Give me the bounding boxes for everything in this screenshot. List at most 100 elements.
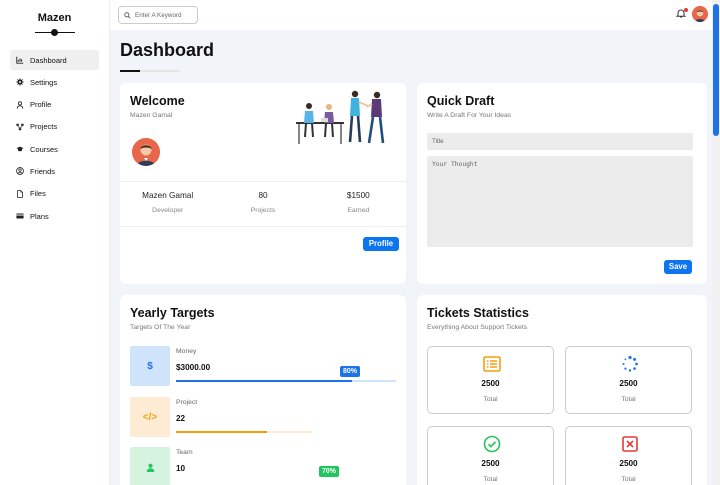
sidebar: Mazen Dashboard Settings Profile Project… — [0, 0, 110, 485]
ticket-stat-box: 2500 Total — [565, 346, 692, 414]
ticket-stat-box: 2500 Total — [427, 426, 554, 485]
progress-fill — [176, 380, 352, 382]
search-box[interactable] — [118, 6, 198, 24]
ticket-value: 2500 — [481, 459, 500, 468]
ticket-value: 2500 — [619, 459, 638, 468]
tickets-title: Tickets Statistics — [427, 306, 529, 320]
ticket-stat-box: 2500 Total — [565, 426, 692, 485]
brand-name: Mazen — [37, 12, 72, 24]
ticket-value: 2500 — [481, 379, 500, 388]
diagram-icon — [16, 123, 24, 131]
scrollbar[interactable] — [712, 0, 720, 485]
sidebar-item-projects[interactable]: Projects — [10, 117, 99, 137]
dollar-icon: $ — [130, 346, 170, 386]
ticket-label: Total — [621, 476, 636, 483]
sidebar-item-label: Settings — [30, 77, 58, 87]
target-money: $ Money $3000.00 80% — [130, 346, 396, 386]
welcome-stats: Mazen Gamal Developer 80 Projects $1500 … — [120, 181, 406, 227]
target-value: 10 — [176, 464, 186, 473]
sidebar-item-label: Files — [30, 189, 46, 199]
tickets-subtitle: Everything About Support Tickets — [427, 324, 528, 331]
stat-name: Mazen Gamal Developer — [120, 182, 215, 226]
friends-icon — [16, 167, 24, 176]
title-underline — [120, 70, 180, 72]
sidebar-item-profile[interactable]: Profile — [10, 95, 99, 115]
tickets-statistics-card: Tickets Statistics Everything About Supp… — [417, 295, 707, 485]
file-icon — [16, 190, 24, 198]
chart-icon — [16, 56, 24, 64]
sidebar-item-label: Dashboard — [30, 55, 67, 65]
yearly-title: Yearly Targets — [130, 306, 215, 320]
scrollbar-thumb[interactable] — [713, 4, 719, 136]
user-icon — [16, 100, 24, 109]
stat-label: Developer — [152, 207, 184, 214]
search-input[interactable] — [135, 11, 195, 19]
draft-body-textarea[interactable]: Your Thought — [427, 156, 693, 247]
target-team: Team 10 70% — [130, 447, 396, 485]
sidebar-item-label: Courses — [30, 144, 58, 154]
sidebar-item-plans[interactable]: Plans — [10, 206, 99, 226]
top-bar — [110, 0, 720, 30]
stat-earned: $1500 Earned — [311, 182, 406, 226]
sidebar-item-label: Projects — [30, 122, 58, 132]
ticket-label: Total — [621, 396, 636, 403]
stat-label: Earned — [347, 207, 370, 214]
stat-value: 80 — [258, 191, 268, 200]
profile-button[interactable]: Profile — [363, 237, 399, 251]
page-title: Dashboard — [120, 40, 215, 60]
ticket-value: 2500 — [619, 379, 638, 388]
stat-value: $1500 — [346, 191, 370, 200]
ticket-label: Total — [483, 396, 498, 403]
close-square-icon — [622, 436, 638, 452]
sidebar-nav: Dashboard Settings Profile Projects Cour… — [0, 50, 109, 226]
draft-title-input[interactable]: Title — [427, 133, 693, 150]
list-icon — [483, 356, 501, 372]
ticket-stat-box: 2500 Total — [427, 346, 554, 414]
sidebar-item-settings[interactable]: Settings — [10, 72, 99, 92]
sidebar-item-label: Friends — [30, 166, 56, 176]
yearly-subtitle: Targets Of The Year — [130, 324, 191, 331]
notification-dot — [684, 8, 688, 12]
check-circle-icon — [483, 435, 501, 453]
stat-projects: 80 Projects — [215, 182, 310, 226]
draft-subtitle: Write A Draft For Your Ideas — [427, 112, 512, 119]
progress-track — [176, 431, 312, 433]
progress-badge: 80% — [340, 366, 361, 377]
search-icon — [124, 11, 131, 19]
target-value: 22 — [176, 414, 186, 423]
team-illustration — [296, 90, 385, 144]
welcome-title: Welcome — [130, 94, 185, 108]
target-label: Money — [176, 348, 197, 355]
save-button[interactable]: Save — [664, 260, 692, 274]
sidebar-item-label: Profile — [30, 100, 52, 110]
sidebar-item-label: Plans — [30, 211, 49, 221]
target-value: $3000.00 — [176, 363, 211, 372]
progress-badge: 70% — [319, 466, 340, 477]
code-icon: </> — [130, 397, 170, 437]
stat-value: Mazen Gamal — [142, 191, 194, 200]
progress-track — [176, 380, 396, 382]
draft-title: Quick Draft — [427, 94, 495, 108]
stat-label: Projects — [250, 207, 276, 214]
quick-draft-card: Quick Draft Write A Draft For Your Ideas… — [417, 83, 707, 284]
graduation-cap-icon — [16, 145, 24, 153]
welcome-name: Mazen Gamal — [130, 112, 173, 119]
progress-fill — [176, 431, 268, 433]
avatar[interactable] — [692, 6, 708, 22]
credit-card-icon — [16, 212, 24, 220]
target-label: Project — [176, 399, 198, 406]
spinner-icon — [622, 355, 638, 372]
brand-divider — [34, 28, 75, 38]
user-icon — [130, 447, 170, 485]
sidebar-item-files[interactable]: Files — [10, 184, 99, 204]
target-project: </> Project 22 — [130, 397, 396, 437]
gear-icon — [16, 78, 24, 86]
ticket-label: Total — [483, 476, 498, 483]
sidebar-item-courses[interactable]: Courses — [10, 139, 99, 159]
welcome-card: Welcome Mazen Gamal Mazen Gamal Develope… — [120, 83, 406, 284]
yearly-targets-card: Yearly Targets Targets Of The Year $ Mon… — [120, 295, 406, 485]
sidebar-item-dashboard[interactable]: Dashboard — [10, 50, 99, 70]
target-label: Team — [176, 449, 193, 456]
avatar — [132, 138, 160, 166]
sidebar-item-friends[interactable]: Friends — [10, 161, 99, 181]
